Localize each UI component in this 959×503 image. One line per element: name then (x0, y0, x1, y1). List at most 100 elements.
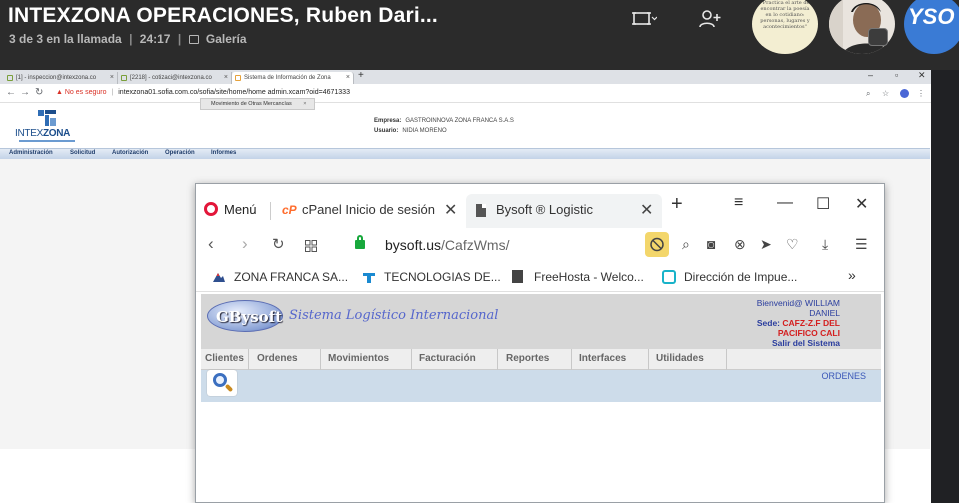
participant-count: 3 de 3 en la llamada (9, 32, 122, 46)
participant-video[interactable] (829, 0, 895, 54)
menu-clientes[interactable]: Clientes (201, 349, 249, 370)
mail-icon (7, 75, 13, 81)
dark-margin (931, 70, 959, 503)
minimize-icon[interactable]: – (868, 70, 873, 80)
sede-value: CAFZ-Z.F DEL (782, 318, 840, 328)
url-field[interactable]: ▲ No es seguro | intexzona01.sofia.com.c… (56, 89, 350, 96)
block-icon[interactable]: ⊗ (734, 236, 746, 253)
participant-avatar[interactable]: "Practica el arte de encontrar la poesía… (752, 0, 818, 54)
menu-movimientos[interactable]: Movimientos (321, 349, 412, 370)
close-icon[interactable]: × (110, 74, 114, 81)
close-icon[interactable]: × (346, 74, 350, 81)
add-people-icon[interactable] (698, 8, 724, 30)
bookmark-item[interactable]: FreeHosta - Welco... (512, 270, 644, 284)
snapshot-icon[interactable]: ◙ (707, 236, 715, 252)
reload-icon[interactable]: ↻ (35, 87, 43, 98)
menu-ordenes[interactable]: Ordenes (249, 349, 321, 370)
company-value: GASTROINNOVA ZONA FRANCA S.A.S (405, 118, 514, 124)
menu-autorizacion[interactable]: Autorización (112, 150, 148, 156)
browser-tab[interactable]: [1] - inspeccion@intexzona.co × (4, 72, 118, 84)
bookmark-item[interactable]: ZONA FRANCA SA... (213, 270, 349, 284)
user-info: Bienvenid@ WILLIAM DANIEL Sede: CAFZ-Z.F… (757, 298, 840, 348)
zoom-icon[interactable]: ⌕ (866, 89, 870, 99)
close-icon[interactable]: ✕ (640, 200, 653, 220)
tab-bysoft[interactable]: Bysoft ® Logistic ✕ (466, 194, 662, 228)
opera-menu-button[interactable]: Menú (204, 202, 257, 217)
menu-informes[interactable]: Informes (211, 150, 236, 156)
bookmark-label: FreeHosta - Welco... (534, 270, 644, 284)
popout-icon[interactable] (868, 28, 888, 46)
back-icon[interactable]: ‹ (208, 234, 214, 254)
search-icon[interactable]: ⌕ (682, 236, 690, 253)
opera-logo-icon (204, 202, 218, 216)
profile-icon[interactable] (900, 89, 909, 98)
avatar-quote: "Practica el arte de encontrar la poesía… (760, 0, 810, 30)
browser-tab[interactable]: [2218] - cotizaci@intexzona.co × (118, 72, 232, 84)
bookmark-label: ZONA FRANCA SA... (234, 270, 349, 284)
menu-solicitud[interactable]: Solicitud (70, 150, 95, 156)
close-icon[interactable]: ✕ (918, 70, 926, 81)
bysoft-logo: GBysoft (207, 300, 283, 332)
send-icon[interactable]: ➤ (760, 236, 772, 253)
menu-interfaces[interactable]: Interfaces (572, 349, 649, 370)
url-field[interactable]: bysoft.us/CafzWms/ (385, 237, 509, 253)
browser-tab-active[interactable]: Sistema de Información de Zona × (232, 72, 354, 84)
bookmark-item[interactable]: TECNOLOGIAS DE... (363, 270, 501, 284)
tab-menu-icon[interactable]: ≡ (734, 194, 743, 212)
separator: | (129, 32, 133, 46)
intexzona-logo: INTEXZONA (15, 128, 70, 139)
opera-address-bar: ‹ › ↻ bysoft.us/CafzWms/ ⌕ ◙ ⊗ ➤ ♡ ⤓ ☰ (196, 228, 884, 262)
menu-utilidades[interactable]: Utilidades (649, 349, 727, 370)
close-icon[interactable]: ✕ (444, 200, 457, 220)
search-button[interactable] (207, 370, 237, 396)
reload-icon[interactable]: ↻ (272, 235, 285, 253)
document-icon (476, 204, 486, 217)
bookmarks-more-button[interactable]: » (848, 267, 856, 283)
browser-tab-strip: [1] - inspeccion@intexzona.co × [2218] -… (0, 70, 933, 84)
magnifier-handle (224, 383, 234, 393)
divider (270, 202, 271, 220)
star-icon[interactable]: ☆ (882, 89, 889, 98)
menu-administracion[interactable]: Administración (9, 150, 53, 156)
restore-icon[interactable]: ▫ (895, 70, 898, 80)
menu-facturacion[interactable]: Facturación (412, 349, 498, 370)
new-tab-button[interactable]: + (671, 193, 683, 216)
bookmark-item[interactable]: Dirección de Impue... (662, 270, 797, 284)
mountain-icon (213, 273, 225, 282)
participant-avatar[interactable]: YSO (904, 0, 959, 54)
forward-icon[interactable]: › (242, 234, 248, 254)
gallery-icon (188, 35, 199, 44)
back-icon[interactable]: ← (6, 87, 16, 98)
lock-icon[interactable] (355, 235, 365, 249)
tab-cpanel[interactable]: cP cPanel Inicio de sesión ✕ (272, 194, 464, 228)
download-icon[interactable]: ⤓ (822, 236, 828, 253)
url-host: bysoft.us (385, 237, 442, 253)
bysoft-title: Sistema Logístico Internacional (289, 308, 499, 323)
heart-icon[interactable]: ♡ (786, 236, 799, 253)
logout-link[interactable]: Salir del Sistema (757, 338, 840, 348)
subtab-movimiento[interactable]: Movimiento de Otras Mercancías × (200, 98, 316, 110)
easy-setup-icon[interactable]: ☰ (855, 236, 868, 253)
adblock-icon[interactable] (645, 232, 669, 257)
close-icon[interactable]: × (303, 101, 306, 107)
menu-label: Menú (224, 202, 257, 217)
more-icon[interactable]: ⋮ (917, 89, 925, 98)
menu-operacion[interactable]: Operación (165, 150, 195, 156)
url-text: intexzona01.sofia.com.co/sofia/site/home… (118, 89, 350, 96)
speed-dial-icon[interactable] (305, 240, 317, 252)
tech-logo-icon (363, 273, 375, 283)
screen: INTEXZONA OPERACIONES, Ruben Dari... 3 d… (0, 0, 959, 503)
new-tab-button[interactable]: + (358, 70, 364, 81)
gallery-label[interactable]: Galería (206, 32, 247, 46)
minimize-icon[interactable]: — (777, 194, 793, 212)
avatar-initials: YSO (908, 4, 955, 29)
maximize-icon[interactable]: ☐ (816, 194, 830, 214)
site-icon (235, 75, 241, 81)
close-icon[interactable]: × (224, 74, 228, 81)
share-tray-icon[interactable] (631, 8, 657, 30)
close-icon[interactable]: ✕ (855, 194, 868, 214)
menu-reportes[interactable]: Reportes (498, 349, 572, 370)
mail-icon (121, 75, 127, 81)
document-icon (512, 270, 523, 283)
forward-icon[interactable]: → (20, 87, 30, 98)
